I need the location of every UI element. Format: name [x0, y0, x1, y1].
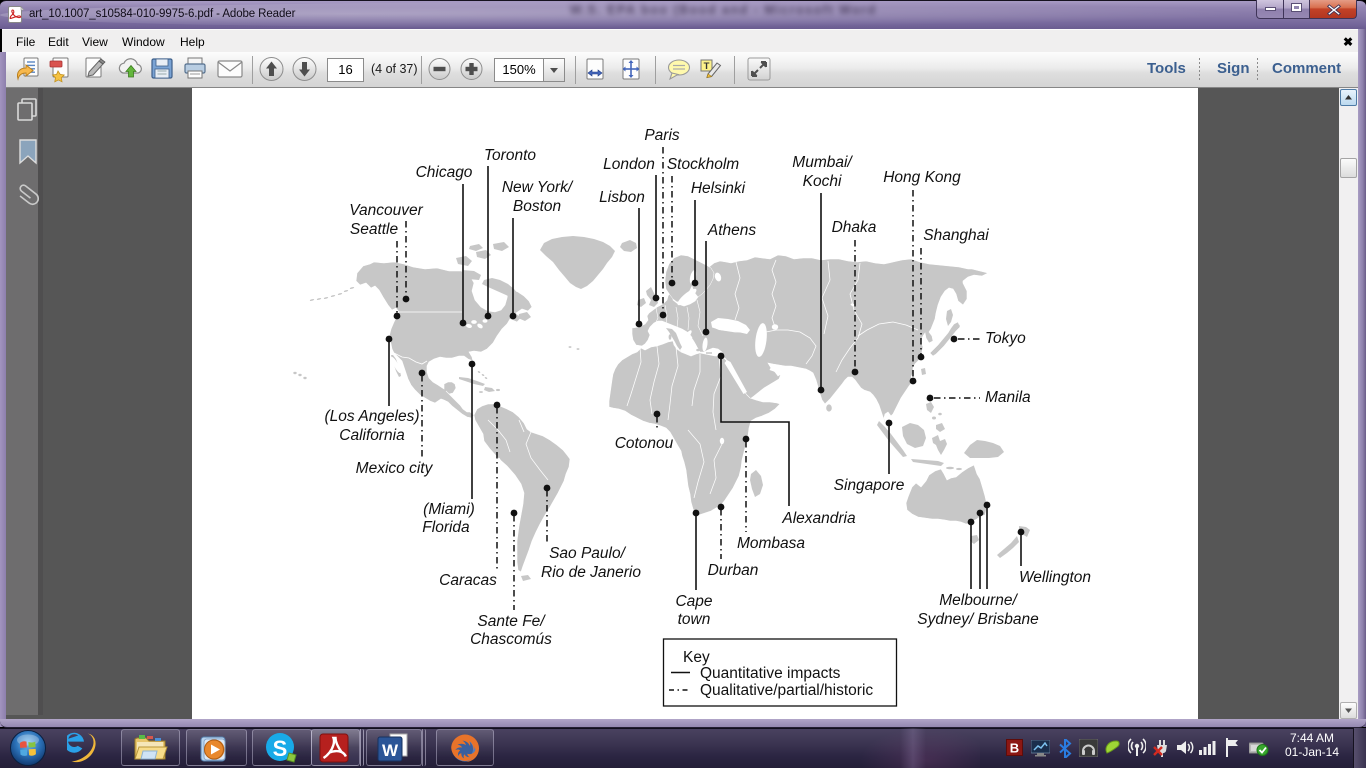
svg-text:Shanghai: Shanghai — [923, 227, 989, 244]
svg-text:Sydney/ Brisbane: Sydney/ Brisbane — [917, 611, 1039, 628]
svg-text:Helsinki: Helsinki — [691, 180, 746, 197]
svg-text:Sante Fe/: Sante Fe/ — [477, 613, 546, 630]
svg-text:Chicago: Chicago — [416, 164, 473, 181]
svg-text:Durban: Durban — [708, 562, 759, 579]
svg-text:Lisbon: Lisbon — [599, 189, 645, 206]
svg-text:W: W — [382, 741, 399, 760]
svg-text:Melbourne/: Melbourne/ — [939, 592, 1018, 609]
svg-text:Mumbai/: Mumbai/ — [792, 154, 853, 171]
svg-text:Rio de Janerio: Rio de Janerio — [541, 564, 641, 581]
svg-text:(Miami): (Miami) — [423, 501, 475, 518]
svg-text:Paris: Paris — [644, 127, 680, 144]
svg-text:Kochi: Kochi — [803, 173, 842, 190]
svg-text:Caracas: Caracas — [439, 572, 497, 589]
svg-text:Quantitative impacts: Quantitative impacts — [700, 665, 841, 682]
svg-text:Qualitative/partial/historic: Qualitative/partial/historic — [700, 682, 873, 699]
svg-text:Stockholm: Stockholm — [667, 156, 739, 173]
svg-text:S: S — [273, 736, 288, 761]
svg-text:Toronto: Toronto — [484, 147, 536, 164]
svg-text:London: London — [603, 156, 655, 173]
svg-text:Vancouver: Vancouver — [349, 202, 423, 219]
svg-text:Singapore: Singapore — [834, 477, 905, 494]
svg-text:Wellington: Wellington — [1019, 569, 1091, 586]
svg-text:Seattle: Seattle — [350, 221, 399, 238]
svg-text:town: town — [678, 611, 711, 628]
svg-text:Chascomús: Chascomús — [470, 631, 552, 648]
svg-text:Sao Paulo/: Sao Paulo/ — [549, 545, 627, 562]
svg-text:Tokyo: Tokyo — [985, 330, 1026, 347]
svg-text:T: T — [704, 61, 710, 72]
svg-text:New York/: New York/ — [502, 179, 574, 196]
svg-text:(Los Angeles): (Los Angeles) — [324, 408, 419, 425]
svg-text:Key: Key — [683, 649, 710, 666]
svg-text:Cotonou: Cotonou — [615, 435, 674, 452]
svg-text:Cape: Cape — [675, 593, 712, 610]
svg-text:Athens: Athens — [707, 222, 757, 239]
svg-text:Dhaka: Dhaka — [832, 219, 877, 236]
svg-text:Mexico city: Mexico city — [356, 460, 434, 477]
svg-text:California: California — [339, 427, 405, 444]
svg-text:Florida: Florida — [422, 519, 470, 536]
svg-text:Alexandria: Alexandria — [781, 510, 856, 527]
svg-text:Hong Kong: Hong Kong — [883, 169, 961, 186]
svg-text:Boston: Boston — [513, 198, 561, 215]
svg-text:B: B — [1010, 741, 1019, 756]
svg-text:Mombasa: Mombasa — [737, 535, 805, 552]
svg-text:Manila: Manila — [985, 389, 1031, 406]
